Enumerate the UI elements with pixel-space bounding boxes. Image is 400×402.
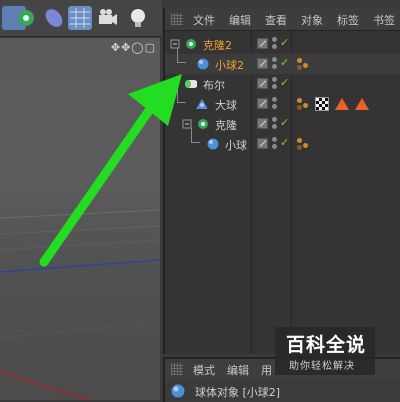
phong-tag-icon[interactable] <box>297 138 309 150</box>
enabled-check-icon[interactable]: ✓ <box>280 136 289 149</box>
object-label[interactable]: 小球2 <box>215 57 244 73</box>
menu-user-data[interactable]: 用 <box>261 362 272 378</box>
enabled-check-icon[interactable]: ✓ <box>280 116 289 129</box>
object-label[interactable]: 大球 <box>215 97 237 113</box>
object-manager-panel: 文件 编辑 查看 对象 标签 书签 克隆2 ✓ 小球2 ✓ 布尔 ✓ 大球 克隆… <box>163 8 400 354</box>
menu-mode[interactable]: 模式 <box>193 362 215 378</box>
menu-edit[interactable]: 编辑 <box>227 362 249 378</box>
menu-view[interactable]: 查看 <box>265 12 287 28</box>
menu-edit[interactable]: 编辑 <box>229 12 251 28</box>
object-label[interactable]: 克隆2 <box>203 37 232 53</box>
layer-flag-icon[interactable] <box>257 98 268 109</box>
menu-objects[interactable]: 对象 <box>301 12 323 28</box>
visibility-dots-icon[interactable] <box>272 57 278 71</box>
attribute-object-label: 球体对象 [小球2] <box>195 386 281 399</box>
object-row-small-ball2[interactable]: 小球2 ✓ <box>165 48 400 74</box>
phong-tag-icon[interactable] <box>297 98 309 110</box>
camera-icon[interactable] <box>96 6 120 30</box>
tree-connector <box>191 128 200 143</box>
panel-grip-icon[interactable] <box>171 13 183 25</box>
gear-cloner-icon[interactable] <box>14 6 38 30</box>
sphere-icon <box>197 58 209 70</box>
watermark-title: 百科全说 <box>286 334 367 356</box>
menu-bookmarks[interactable]: 书签 <box>373 12 395 28</box>
sphere-icon <box>196 99 207 109</box>
sphere-icon <box>207 138 219 150</box>
object-label[interactable]: 小球 <box>225 137 247 153</box>
light-bulb-icon[interactable] <box>126 6 150 30</box>
object-row-cloner2[interactable]: 克隆2 ✓ <box>165 34 400 54</box>
layer-flag-icon[interactable] <box>257 38 268 49</box>
object-row-boole[interactable]: 布尔 ✓ <box>165 74 400 94</box>
cloner-icon <box>186 39 196 49</box>
visibility-dots-icon[interactable] <box>272 37 278 51</box>
enabled-check-icon[interactable]: ✓ <box>280 56 289 69</box>
object-label[interactable]: 克隆 <box>215 117 237 133</box>
tree-connector <box>177 88 186 103</box>
panel-grip-icon[interactable] <box>171 363 183 375</box>
layer-flag-icon[interactable] <box>257 138 268 149</box>
boole-icon <box>185 80 197 88</box>
material-tag-icon[interactable] <box>355 98 369 110</box>
tree-connector <box>177 48 186 63</box>
menu-tags[interactable]: 标签 <box>337 12 359 28</box>
visibility-dots-icon[interactable] <box>272 117 278 131</box>
layer-flag-icon[interactable] <box>257 78 268 89</box>
3d-viewport[interactable]: ✥✥◯▢ <box>0 38 160 400</box>
cloth-texture-tag-icon[interactable] <box>315 97 329 111</box>
object-row-cloner[interactable]: 克隆 ✓ <box>165 114 400 134</box>
main-toolbar <box>0 0 162 37</box>
enabled-check-icon[interactable]: ✓ <box>280 36 289 49</box>
visibility-dots-icon[interactable] <box>272 137 278 151</box>
watermark-subtitle: 助你轻松解决 <box>289 361 355 372</box>
object-label[interactable]: 布尔 <box>203 77 225 93</box>
material-tag-icon[interactable] <box>335 98 349 110</box>
visibility-dots-icon[interactable] <box>272 97 278 111</box>
enabled-check-icon[interactable]: ✓ <box>280 76 289 89</box>
watermark-logo: 百科全说 助你轻松解决 <box>275 327 375 375</box>
visibility-dots-icon[interactable] <box>272 77 278 91</box>
object-manager-menubar: 文件 编辑 查看 对象 标签 书签 <box>165 8 400 31</box>
deformer-icon[interactable] <box>42 6 66 30</box>
viewport-floor-grid <box>0 209 160 400</box>
layer-flag-icon[interactable] <box>257 118 268 129</box>
floor-grid-icon[interactable] <box>68 6 92 30</box>
layer-flag-icon[interactable] <box>257 58 268 69</box>
menu-file[interactable]: 文件 <box>193 12 215 28</box>
sphere-icon <box>171 384 185 398</box>
object-row-small-ball[interactable]: 小球 ✓ <box>165 128 400 154</box>
object-row-big-ball[interactable]: 大球 <box>165 88 400 114</box>
phong-tag-icon[interactable] <box>297 58 309 70</box>
